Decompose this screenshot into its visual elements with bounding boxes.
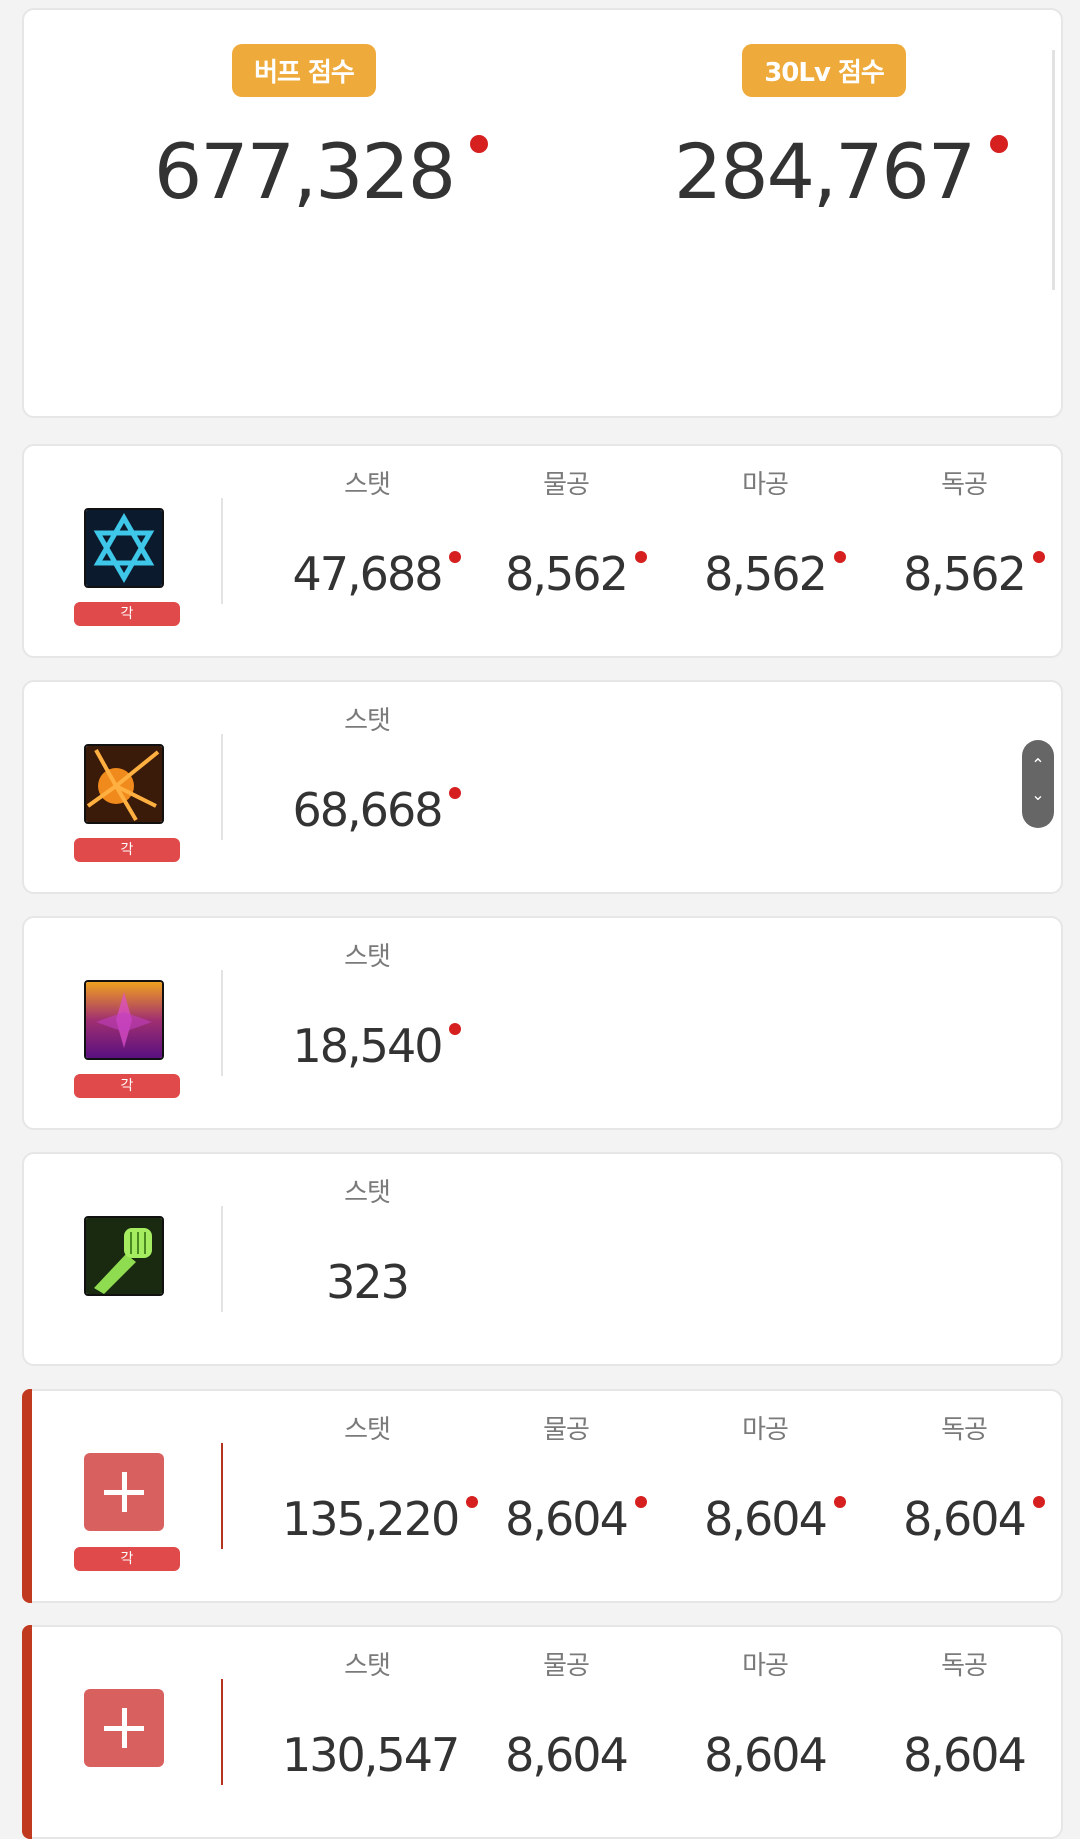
stat-label: 스탯 (344, 942, 391, 972)
plus-icon[interactable] (84, 1453, 164, 1531)
buff-row-4[interactable]: 스탯 323 (22, 1152, 1063, 1366)
awaken-badge: 각 (74, 838, 180, 862)
stat-label: 마공 (742, 1651, 789, 1681)
phys-atk-column: 물공 8,562 (481, 464, 651, 601)
stat-value: 68,668 (293, 783, 462, 837)
buff-score-value: 677,328 (154, 127, 489, 216)
row-accent-bar (22, 1625, 32, 1839)
stat-column: 스탯 323 (282, 1172, 452, 1309)
stat-column: 스탯 18,540 (282, 936, 462, 1073)
scroll-control[interactable]: ⌃ ⌄ (1022, 740, 1054, 828)
stat-label: 독공 (941, 1415, 988, 1445)
awaken-badge: 각 (74, 1547, 180, 1571)
phys-atk-column: 물공 8,604 (481, 1409, 651, 1546)
chevron-up-icon[interactable]: ⌃ (1022, 750, 1054, 780)
red-dot-indicator (990, 135, 1009, 153)
ind-atk-column: 독공 8,562 (879, 464, 1049, 601)
stat-value: 8,604 (505, 1492, 647, 1546)
red-dot-indicator (634, 1496, 647, 1508)
stat-value: 8,604 (903, 1728, 1027, 1782)
chevron-down-icon[interactable]: ⌄ (1022, 780, 1054, 810)
red-dot-indicator (833, 1496, 846, 1508)
mag-atk-column: 마공 8,604 (680, 1409, 850, 1546)
stat-value: 8,604 (505, 1728, 629, 1782)
buff-row-5[interactable]: 각 스탯 135,220 물공 8,604 마공 8,604 독공 8,604 (22, 1389, 1063, 1603)
awaken-badge: 각 (74, 1074, 180, 1098)
plus-icon[interactable] (84, 1689, 164, 1767)
purple-flame-skill-icon (84, 980, 164, 1060)
green-fist-icon (84, 1216, 164, 1296)
stat-label: 마공 (742, 470, 789, 500)
row-divider (221, 498, 223, 604)
sunburst-skill-icon (84, 744, 164, 824)
red-dot-indicator (1032, 1496, 1045, 1508)
red-dot-indicator (449, 787, 462, 799)
stat-value: 8,562 (704, 547, 846, 601)
stat-label: 물공 (543, 470, 590, 500)
row-divider (221, 1443, 223, 1549)
inner-scrollbar[interactable] (1052, 50, 1055, 290)
stat-value: 135,220 (282, 1492, 479, 1546)
buff-row-2[interactable]: 각 스탯 68,668 (22, 680, 1063, 894)
stat-value: 8,562 (903, 547, 1045, 601)
stat-value: 47,688 (293, 547, 462, 601)
score-summary-card: 버프 점수 677,328 30Lv 점수 284,767 (22, 8, 1063, 418)
stat-value: 8,604 (704, 1728, 828, 1782)
row-divider (221, 970, 223, 1076)
red-dot-indicator (634, 551, 647, 563)
stat-value: 323 (326, 1255, 410, 1309)
stat-value: 18,540 (293, 1019, 462, 1073)
row-divider (221, 734, 223, 840)
buff-score-section: 버프 점수 677,328 (94, 44, 514, 216)
buff-score-label: 버프 점수 (232, 44, 376, 97)
stat-value: 8,604 (903, 1492, 1045, 1546)
stat-column: 스탯 135,220 (282, 1409, 479, 1546)
stat-label: 스탯 (344, 1178, 391, 1208)
red-dot-indicator (470, 135, 489, 153)
lv30-score-section: 30Lv 점수 284,767 (614, 44, 1034, 216)
red-dot-indicator (833, 551, 846, 563)
lv30-score-value: 284,767 (674, 127, 1009, 216)
red-dot-indicator (1032, 551, 1045, 563)
stat-column: 스탯 130,547 (282, 1645, 460, 1782)
stat-value: 130,547 (282, 1728, 460, 1782)
stat-label: 마공 (742, 1415, 789, 1445)
stat-label: 물공 (543, 1415, 590, 1445)
stat-label: 스탯 (344, 1415, 391, 1445)
red-dot-indicator (449, 1023, 462, 1035)
row-divider (221, 1206, 223, 1312)
stat-column: 스탯 68,668 (282, 700, 462, 837)
mag-atk-column: 마공 8,562 (680, 464, 850, 601)
ind-atk-column: 독공 8,604 (879, 1645, 1049, 1782)
hexagram-icon (84, 508, 164, 588)
stat-value: 8,604 (704, 1492, 846, 1546)
red-dot-indicator (466, 1496, 479, 1508)
stat-value: 8,562 (505, 547, 647, 601)
stat-label: 물공 (543, 1651, 590, 1681)
stat-label: 스탯 (344, 1651, 391, 1681)
phys-atk-column: 물공 8,604 (481, 1645, 651, 1782)
ind-atk-column: 독공 8,604 (879, 1409, 1049, 1546)
red-dot-indicator (449, 551, 462, 563)
row-divider (221, 1679, 223, 1785)
buff-row-3[interactable]: 각 스탯 18,540 (22, 916, 1063, 1130)
stat-label: 독공 (941, 470, 988, 500)
stat-column: 스탯 47,688 (282, 464, 462, 601)
awaken-badge: 각 (74, 602, 180, 626)
row-accent-bar (22, 1389, 32, 1603)
mag-atk-column: 마공 8,604 (680, 1645, 850, 1782)
buff-row-6[interactable]: 스탯 130,547 물공 8,604 마공 8,604 독공 8,604 (22, 1625, 1063, 1839)
lv30-score-label: 30Lv 점수 (742, 44, 906, 97)
stat-label: 스탯 (344, 706, 391, 736)
buff-row-1[interactable]: 각 스탯 47,688 물공 8,562 마공 8,562 독공 8,562 (22, 444, 1063, 658)
stat-label: 스탯 (344, 470, 391, 500)
stat-label: 독공 (941, 1651, 988, 1681)
